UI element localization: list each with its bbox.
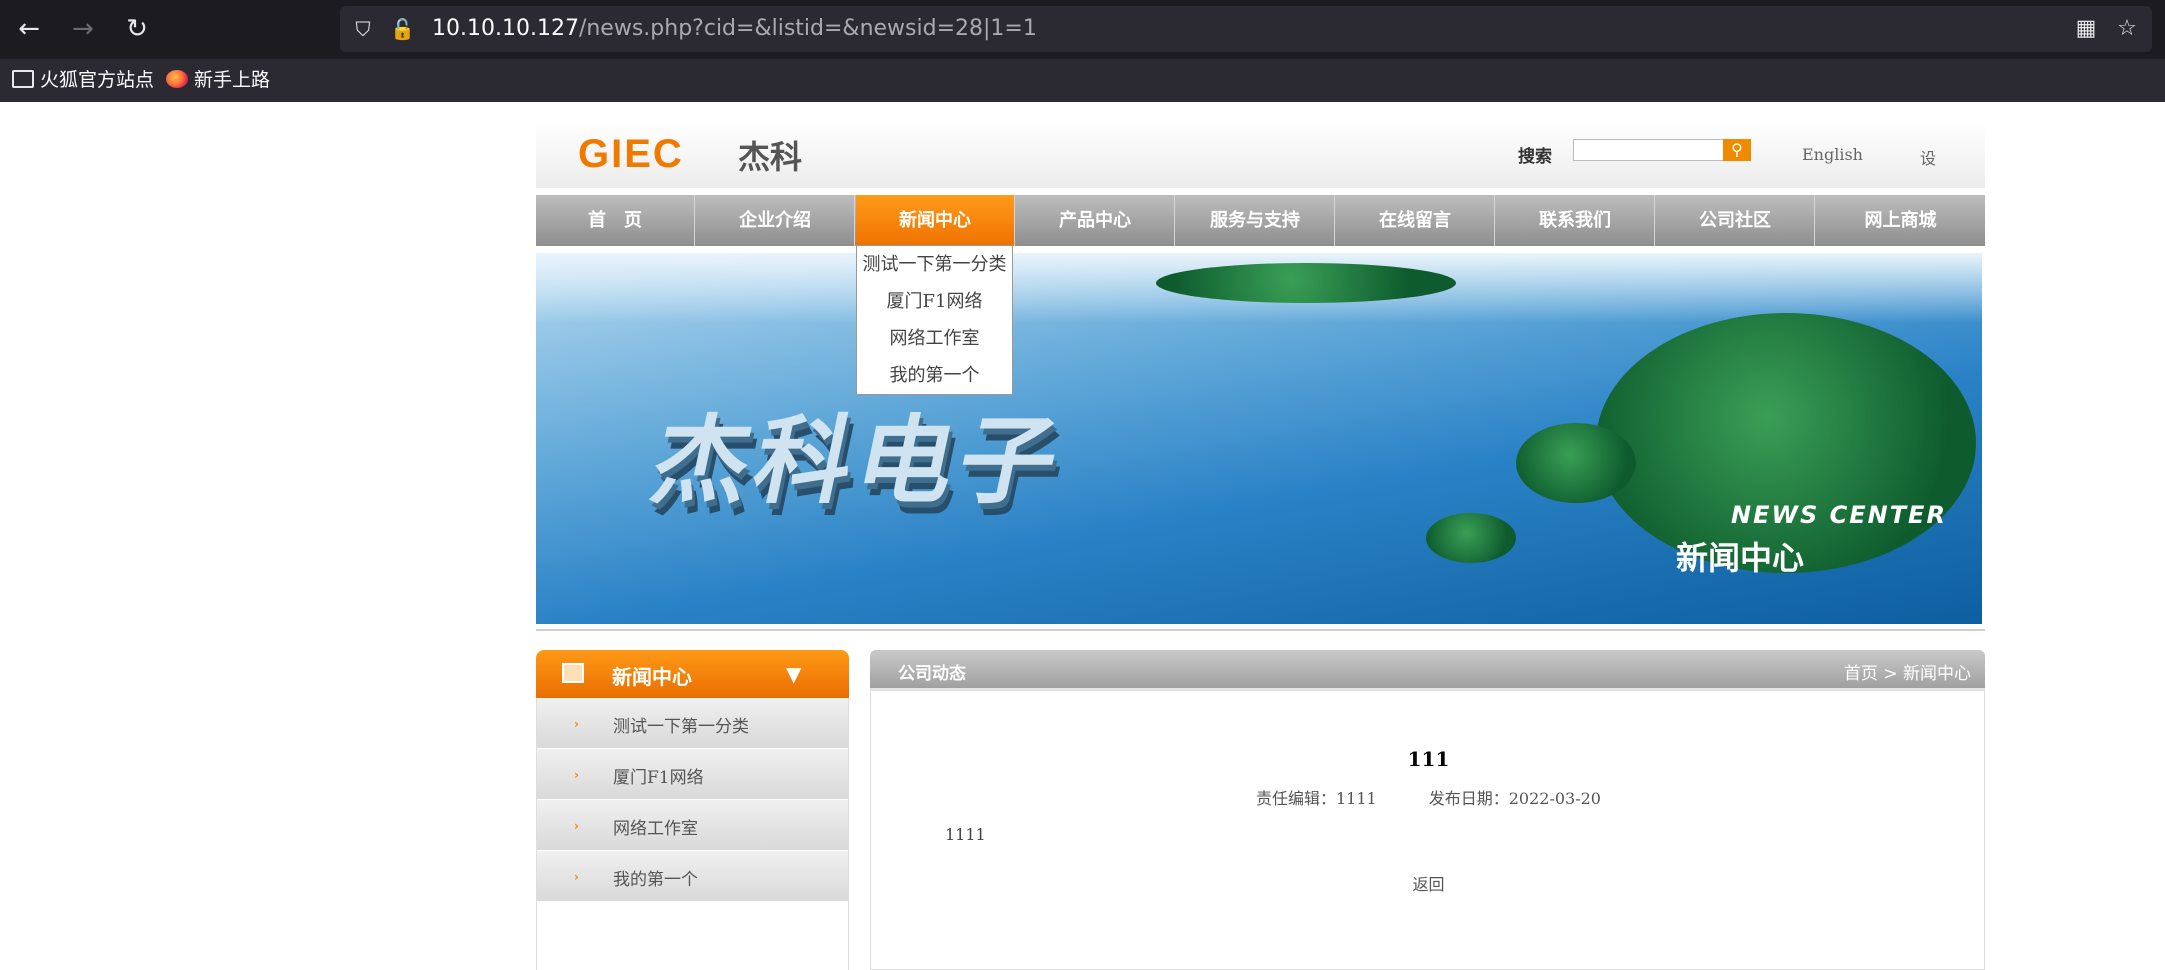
sidebar-item-label: 测试一下第一分类	[613, 717, 749, 737]
arrow-bullet-icon: ›	[574, 717, 579, 731]
bookmark-star-icon[interactable]: ☆	[2114, 16, 2140, 42]
triangle-down-icon: ▼	[786, 662, 802, 686]
back-link[interactable]: 返回	[871, 871, 1986, 895]
sidebar-item[interactable]: › 网络工作室	[537, 800, 848, 851]
banner-3d-text: 杰科电子	[642, 405, 1075, 517]
nav-item-about[interactable]: 企业介绍	[696, 195, 855, 246]
url-host: 10.10.10.127	[432, 16, 579, 41]
content-title: 公司动态	[898, 664, 966, 684]
banner-island	[1426, 513, 1516, 563]
address-bar[interactable]: ⛉ 🔓 10.10.10.127/news.php?cid=&listid=&n…	[340, 6, 2152, 52]
nav-item-service[interactable]: 服务与支持	[1176, 195, 1335, 246]
news-square-icon	[562, 663, 584, 683]
article-content: 1111	[945, 825, 986, 844]
site-header: GIEC 杰科 搜索 ⚲ English 设	[536, 122, 1985, 188]
nav-item-shop[interactable]: 网上商城	[1816, 195, 1985, 246]
nav-item-products[interactable]: 产品中心	[1016, 195, 1175, 246]
folder-icon	[12, 70, 34, 88]
article-date: 发布日期：2022-03-20	[1428, 789, 1601, 808]
browser-toolbar: ← → ↻ ⛉ 🔓 10.10.10.127/news.php?cid=&lis…	[0, 0, 2165, 59]
search-label: 搜索	[1518, 147, 1552, 167]
qr-code-icon[interactable]: ▦	[2073, 16, 2099, 42]
sidebar-list: › 测试一下第一分类 › 厦门F1网络 › 网络工作室 › 我的第一个	[536, 698, 849, 970]
article-editor: 责任编辑：1111	[1256, 789, 1377, 808]
search-icon: ⚲	[1731, 140, 1743, 159]
news-dropdown-menu: 测试一下第一分类 厦门F1网络 网络工作室 我的第一个	[856, 245, 1013, 395]
bookmark-item[interactable]: 新手上路	[166, 68, 270, 92]
url-path: /news.php?cid=&listid=&newsid=28|1=1	[578, 16, 1037, 41]
arrow-bullet-icon: ›	[574, 768, 579, 782]
search-input[interactable]	[1573, 139, 1724, 161]
sidebar-item[interactable]: › 厦门F1网络	[537, 749, 848, 800]
insecure-lock-icon[interactable]: 🔓	[390, 18, 415, 40]
site-logo-cn: 杰科	[738, 138, 803, 176]
banner-island	[1516, 423, 1636, 503]
nav-item-contact[interactable]: 联系我们	[1496, 195, 1655, 246]
dropdown-item[interactable]: 我的第一个	[857, 357, 1012, 394]
sidebar-item[interactable]: › 测试一下第一分类	[537, 698, 848, 749]
reload-icon[interactable]: ↻	[122, 14, 152, 44]
bookmark-label: 新手上路	[194, 69, 271, 91]
content-header: 公司动态 首页 > 新闻中心	[870, 650, 1985, 688]
bookmark-label: 火狐官方站点	[40, 69, 155, 91]
sidebar-header: 新闻中心 ▼	[536, 650, 849, 698]
nav-item-message[interactable]: 在线留言	[1336, 195, 1495, 246]
bookmarks-bar: 火狐官方站点 新手上路	[0, 59, 2165, 102]
firefox-icon	[166, 70, 188, 88]
divider	[536, 629, 1985, 631]
breadcrumb[interactable]: 首页 > 新闻中心	[1844, 659, 1971, 684]
shield-icon[interactable]: ⛉	[352, 18, 374, 40]
arrow-bullet-icon: ›	[574, 870, 579, 884]
site-logo[interactable]: GIEC	[578, 132, 684, 177]
sidebar-item-label: 我的第一个	[613, 870, 698, 890]
news-banner: 杰科电子 NEWS CENTER 新闻中心	[536, 253, 1982, 624]
sidebar-item-label: 网络工作室	[613, 819, 698, 839]
nav-item-community[interactable]: 公司社区	[1656, 195, 1815, 246]
settings-link[interactable]: 设	[1920, 145, 1936, 169]
sidebar: 新闻中心 ▼ › 测试一下第一分类 › 厦门F1网络 › 网络工作室 › 我的第一个	[536, 650, 849, 970]
banner-en-title: NEWS CENTER	[1731, 501, 1947, 529]
banner-cn-title: 新闻中心	[1676, 539, 1805, 577]
sidebar-item-label: 厦门F1网络	[613, 768, 704, 788]
article-meta: 责任编辑：1111 发布日期：2022-03-20	[871, 785, 1986, 809]
english-link[interactable]: English	[1802, 145, 1863, 164]
url-text[interactable]: 10.10.10.127/news.php?cid=&listid=&newsi…	[432, 15, 1037, 43]
main-content: 公司动态 首页 > 新闻中心 111 责任编辑：1111 发布日期：2022-03…	[870, 650, 1985, 970]
dropdown-item[interactable]: 网络工作室	[857, 320, 1012, 357]
nav-item-news[interactable]: 新闻中心	[856, 195, 1015, 246]
dropdown-item[interactable]: 测试一下第一分类	[857, 246, 1012, 283]
back-icon[interactable]: ←	[14, 14, 44, 44]
sidebar-title: 新闻中心	[612, 665, 692, 689]
banner-island	[1156, 263, 1456, 303]
sidebar-item[interactable]: › 我的第一个	[537, 851, 848, 902]
article-title: 111	[1407, 747, 1450, 771]
dropdown-item[interactable]: 厦门F1网络	[857, 283, 1012, 320]
article-panel: 111 责任编辑：1111 发布日期：2022-03-20 1111 返回	[870, 688, 1985, 970]
search-button[interactable]: ⚲	[1723, 139, 1751, 161]
main-nav: 首 页 企业介绍 新闻中心 产品中心 服务与支持 在线留言 联系我们 公司社区 …	[536, 195, 1985, 246]
forward-icon[interactable]: →	[68, 14, 98, 44]
arrow-bullet-icon: ›	[574, 819, 579, 833]
nav-item-home[interactable]: 首 页	[536, 195, 695, 246]
bookmark-item[interactable]: 火狐官方站点	[12, 68, 154, 92]
